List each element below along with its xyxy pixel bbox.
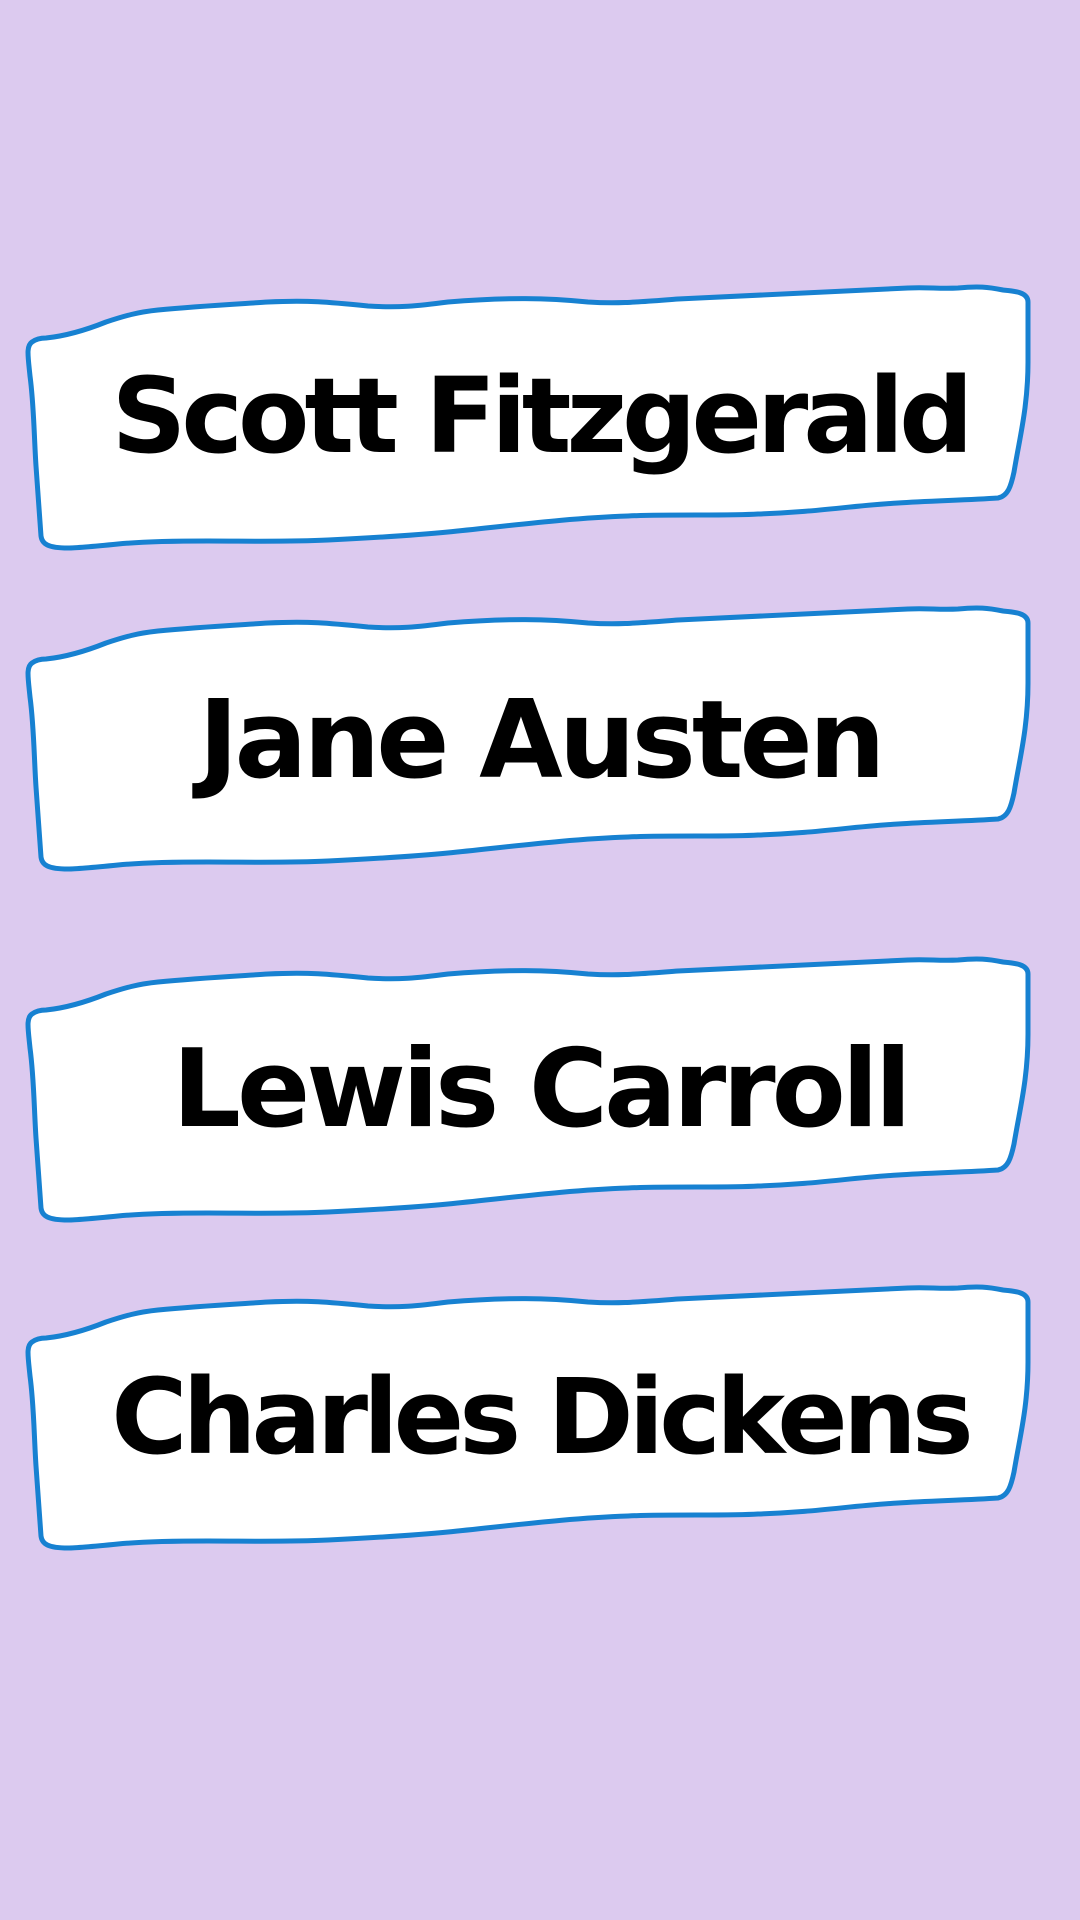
option-label: Scott Fitzgerald [111, 355, 973, 477]
answer-option-scott-fitzgerald[interactable]: Scott Fitzgerald [25, 284, 1052, 552]
answer-option-lewis-carroll[interactable]: Lewis Carroll [25, 956, 1052, 1224]
option-label: Jane Austen [198, 677, 885, 803]
option-label: Charles Dickens [111, 1356, 974, 1478]
option-label: Lewis Carroll [172, 1026, 912, 1152]
answer-option-jane-austen[interactable]: Jane Austen [25, 605, 1052, 873]
answer-option-charles-dickens[interactable]: Charles Dickens [25, 1284, 1052, 1552]
